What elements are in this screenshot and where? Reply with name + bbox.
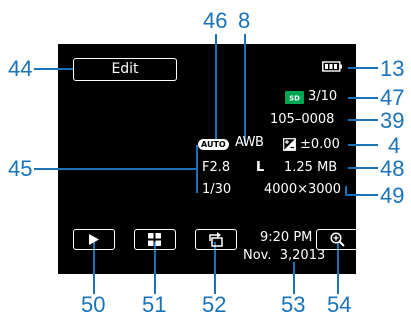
edit-button-label: Edit: [111, 61, 139, 77]
white-balance-awb: AWB: [235, 135, 264, 150]
callout-54: 54: [327, 292, 352, 317]
leader-46: [215, 34, 217, 142]
callout-51: 51: [142, 292, 167, 317]
rotate-button[interactable]: [195, 229, 237, 250]
auto-mode-badge: AUTO: [198, 139, 229, 150]
zoom-button[interactable]: [316, 229, 358, 250]
callout-8: 8: [238, 8, 251, 33]
play-icon: [89, 234, 99, 245]
shutter-speed: 1/30: [202, 182, 232, 197]
leader-4: [348, 144, 378, 146]
leader-48: [348, 167, 378, 169]
leader-49b: [345, 194, 378, 196]
leader-39: [348, 119, 378, 121]
leader-45-v: [196, 145, 198, 193]
callout-4: 4: [388, 133, 401, 158]
file-size: 1.25 MB: [284, 160, 338, 175]
file-number: 105–0008: [270, 112, 335, 127]
image-resolution: 4000×3000: [264, 182, 342, 197]
callout-49: 49: [380, 183, 405, 208]
index-icon: [148, 233, 161, 246]
callout-13: 13: [380, 56, 405, 81]
index-button[interactable]: [134, 229, 176, 250]
play-button[interactable]: [73, 229, 115, 250]
image-size-code: L: [256, 160, 265, 175]
callout-52: 52: [202, 292, 227, 317]
leader-13: [348, 67, 378, 69]
callout-48: 48: [380, 156, 405, 181]
svg-text:SD: SD: [289, 95, 300, 103]
capture-time: 9:20 PM: [260, 230, 313, 245]
aperture-value: F2.8: [202, 160, 231, 175]
leader-44: [34, 68, 74, 70]
callout-46: 46: [203, 8, 228, 33]
battery-icon: [322, 61, 342, 72]
leader-8: [244, 34, 246, 144]
rotate-icon: [209, 232, 223, 247]
edit-button[interactable]: Edit: [73, 58, 177, 81]
callout-47: 47: [380, 85, 405, 110]
exposure-value: ±0.00: [300, 137, 340, 152]
zoom-icon: [330, 232, 345, 247]
card-shot-count: 3/10: [308, 89, 338, 104]
callout-53: 53: [281, 292, 306, 317]
callout-44: 44: [8, 56, 33, 81]
leader-45-h: [34, 168, 196, 170]
leader-47: [348, 97, 378, 99]
leader-53: [293, 262, 295, 294]
callout-50: 50: [81, 292, 106, 317]
camera-display-diagram: 44 46 8 13 47 39 4 45 48 49 50 51 52 53 …: [0, 0, 411, 318]
capture-date: Nov. 3,2013: [243, 248, 326, 263]
sd-card-icon: SD: [285, 91, 304, 104]
callout-39: 39: [380, 108, 405, 133]
callout-45: 45: [8, 156, 33, 181]
exposure-icon: [283, 138, 296, 151]
